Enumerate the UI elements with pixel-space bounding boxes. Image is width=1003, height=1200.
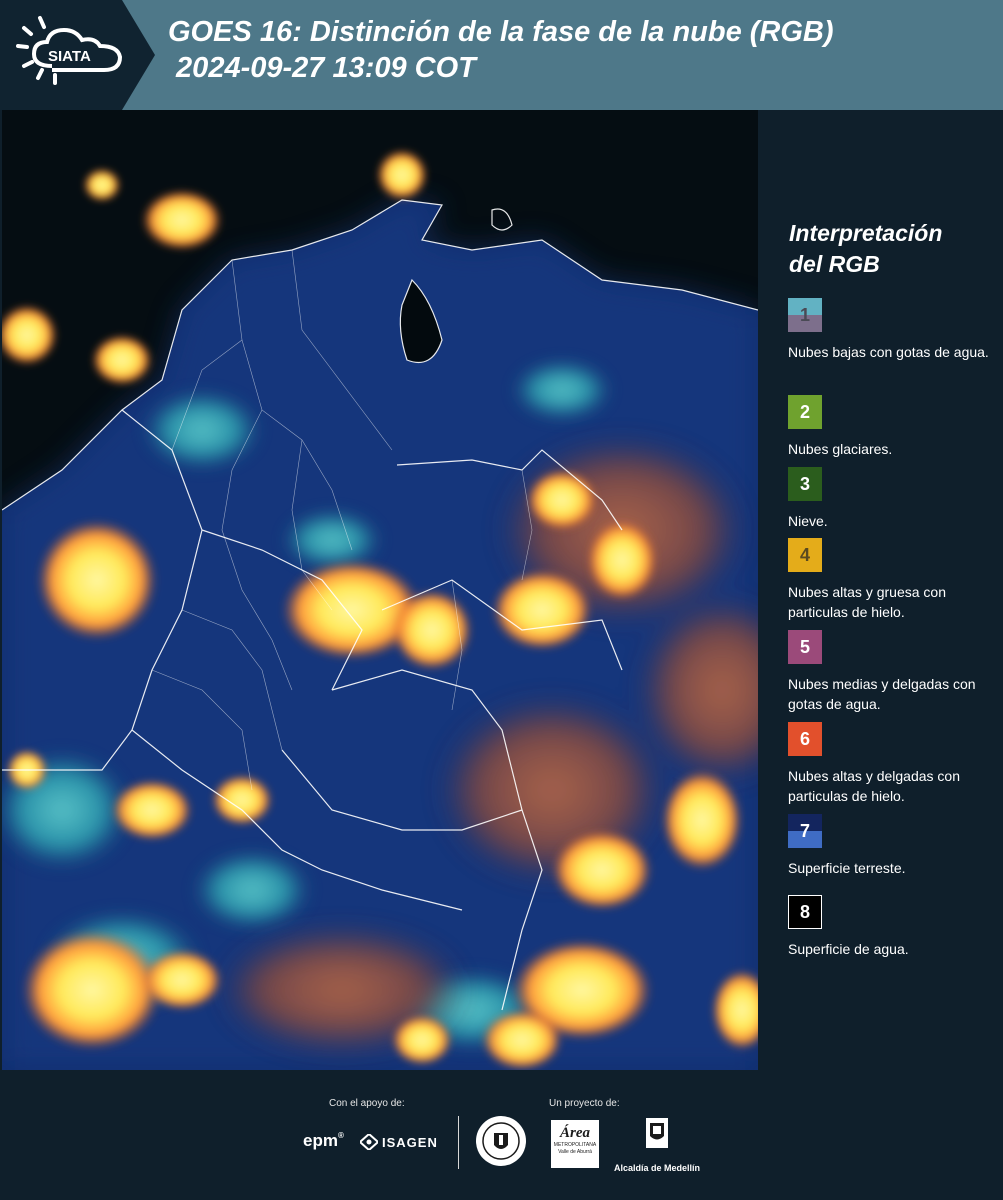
satellite-map[interactable]	[2, 110, 758, 1070]
shield-icon	[646, 1118, 668, 1148]
page-title: GOES 16: Distinción de la fase de la nub…	[168, 14, 834, 86]
area-name: Área	[560, 1125, 590, 1141]
alcaldia-label: Alcaldía de Medellín	[613, 1163, 701, 1173]
legend-swatch: 4	[788, 538, 822, 572]
title-datetime: 2024-09-27 13:09 COT	[168, 52, 476, 84]
isagen-mark-icon	[360, 1134, 378, 1150]
isagen-logo[interactable]: ISAGEN	[360, 1134, 438, 1150]
legend-item: 3 Nieve.	[788, 467, 998, 531]
legend-number: 7	[799, 820, 810, 841]
legend-item: 8 Superficie de agua.	[788, 895, 998, 959]
footer-divider	[458, 1116, 459, 1169]
legend-label: Superficie de agua.	[788, 941, 909, 957]
registered-icon: ®	[337, 1131, 344, 1140]
area-sub1: METROPOLITANA	[553, 1142, 597, 1148]
legend-item: 4 Nubes altas y gruesa con particulas de …	[788, 538, 998, 622]
legend-number: 1	[799, 304, 810, 325]
alcaldia-logo[interactable]: Alcaldía de Medellín	[612, 1116, 702, 1173]
legend-number: 4	[799, 544, 810, 565]
legend-swatch: 7	[788, 814, 822, 848]
legend-number: 3	[799, 473, 810, 494]
legend-swatch: 1	[788, 298, 822, 332]
legend-label: Nieve.	[788, 513, 828, 529]
isagen-logo-text: ISAGEN	[382, 1134, 438, 1150]
project-label: Un proyecto de:	[549, 1098, 620, 1109]
header-bar: SIATA GOES 16: Distinción de la fase de …	[0, 0, 1003, 110]
legend-item: 5 Nubes medias y delgadas con gotas de ag…	[788, 630, 998, 714]
legend-swatch: 5	[788, 630, 822, 664]
legend-item: 7 Superficie terreste.	[788, 814, 998, 878]
legend-label: Nubes altas y gruesa con particulas de h…	[788, 584, 946, 620]
footer-bar: Con el apoyo de: Un proyecto de: epm® IS…	[0, 1070, 1003, 1200]
siata-logo-icon: SIATA	[0, 0, 155, 110]
legend-swatch: 2	[788, 395, 822, 429]
legend-label: Nubes altas y delgadas con particulas de…	[788, 768, 960, 804]
legend-label: Nubes bajas con gotas de agua.	[788, 344, 989, 360]
seal-icon	[482, 1122, 520, 1160]
medellin-seal-logo[interactable]	[476, 1116, 526, 1166]
legend-title-line1: Interpretación	[789, 220, 943, 246]
satellite-cloud-phase-map-icon	[2, 110, 758, 1070]
legend-label: Superficie terreste.	[788, 860, 906, 876]
legend-number: 6	[799, 728, 810, 749]
support-label: Con el apoyo de:	[329, 1098, 405, 1109]
legend-number: 5	[799, 636, 810, 657]
area-metropolitana-logo[interactable]: Área METROPOLITANA Valle de Aburrá	[551, 1120, 599, 1168]
legend-swatch: 3	[788, 467, 822, 501]
legend-swatch: 8	[788, 895, 822, 929]
legend-title-line2: del RGB	[789, 251, 880, 277]
siata-logo[interactable]: SIATA	[0, 0, 155, 110]
legend-label: Nubes medias y delgadas con gotas de agu…	[788, 676, 976, 712]
legend-item: 1 Nubes bajas con gotas de agua.	[788, 298, 998, 362]
legend-item: 2 Nubes glaciares.	[788, 395, 998, 459]
svg-text:SIATA: SIATA	[48, 48, 91, 65]
legend-swatch: 6	[788, 722, 822, 756]
epm-logo-text: epm	[303, 1131, 338, 1150]
epm-logo[interactable]: epm®	[303, 1131, 344, 1151]
area-sub2: Valle de Aburrá	[558, 1149, 592, 1155]
title-product: GOES 16: Distinción de la fase de la nub…	[168, 16, 834, 48]
legend-item: 6 Nubes altas y delgadas con particulas d…	[788, 722, 998, 806]
legend-label: Nubes glaciares.	[788, 441, 893, 457]
legend-panel: Interpretación del RGB 1 Nubes bajas con …	[762, 110, 1003, 1070]
legend-number: 8	[799, 901, 810, 922]
legend-title: Interpretación del RGB	[789, 218, 942, 280]
legend-number: 2	[799, 401, 810, 422]
